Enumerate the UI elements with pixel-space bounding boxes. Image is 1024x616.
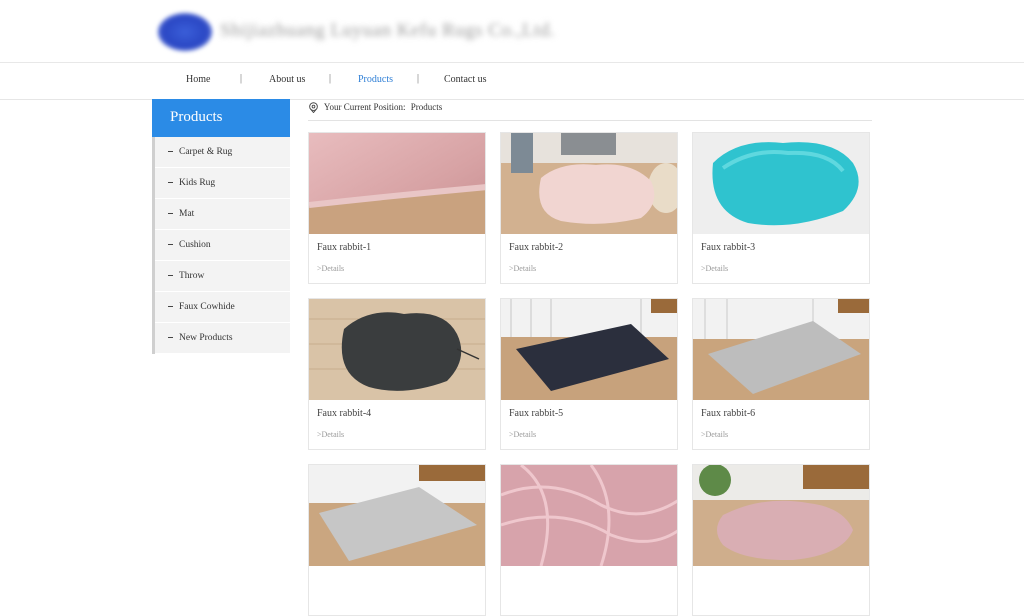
product-name[interactable]: Faux rabbit-3 <box>701 242 755 253</box>
sidebar-title: Products <box>152 99 290 137</box>
main-nav: Home | About us | Products | Contact us <box>0 63 1024 100</box>
product-image-grey-sheepskin <box>309 299 485 400</box>
category-throw[interactable]: Throw <box>155 261 290 292</box>
product-name[interactable]: Faux rabbit-5 <box>509 408 563 419</box>
product-image-teal-sheepskin <box>693 133 869 234</box>
product-image-light-grey-rug <box>309 465 485 566</box>
details-link[interactable]: >Details <box>701 264 728 273</box>
category-label: Throw <box>179 271 205 281</box>
product-card[interactable] <box>308 464 486 616</box>
dash-icon <box>168 182 173 184</box>
category-faux-cowhide[interactable]: Faux Cowhide <box>155 292 290 323</box>
product-name[interactable]: Faux rabbit-6 <box>701 408 755 419</box>
dash-icon <box>168 275 173 277</box>
product-image[interactable] <box>501 465 677 566</box>
details-link[interactable]: >Details <box>509 430 536 439</box>
product-card[interactable]: Faux rabbit-2 >Details <box>500 132 678 284</box>
product-image[interactable] <box>309 133 485 234</box>
category-label: Carpet & Rug <box>179 147 233 157</box>
nav-home[interactable]: Home <box>186 74 210 85</box>
product-image[interactable] <box>693 299 869 400</box>
site-header: Shijiazhuang Luyuan Kefu Rugs Co.,Ltd. <box>0 0 1024 63</box>
product-name[interactable]: Faux rabbit-4 <box>317 408 371 419</box>
details-link[interactable]: >Details <box>317 430 344 439</box>
product-image[interactable] <box>693 133 869 234</box>
product-category-sidebar: Products Carpet & Rug Kids Rug Mat Cushi… <box>152 99 290 354</box>
category-label: Mat <box>179 209 195 219</box>
product-card[interactable] <box>500 464 678 616</box>
product-image-pink-shag-sheepskin <box>693 465 869 566</box>
nav-contact-us[interactable]: Contact us <box>444 74 487 85</box>
product-image[interactable] <box>501 133 677 234</box>
nav-separator: | <box>329 73 332 84</box>
category-label: Faux Cowhide <box>179 302 235 312</box>
category-label: Cushion <box>179 240 211 250</box>
details-link[interactable]: >Details <box>317 264 344 273</box>
category-carpet-rug[interactable]: Carpet & Rug <box>155 137 290 168</box>
dash-icon <box>168 151 173 153</box>
category-kids-rug[interactable]: Kids Rug <box>155 168 290 199</box>
nav-separator: | <box>417 73 420 84</box>
breadcrumb: Your Current Position: Products <box>308 99 872 121</box>
product-image[interactable] <box>693 465 869 566</box>
nav-separator: | <box>240 73 243 84</box>
dash-icon <box>168 337 173 339</box>
category-cushion[interactable]: Cushion <box>155 230 290 261</box>
company-name: Shijiazhuang Luyuan Kefu Rugs Co.,Ltd. <box>220 20 556 41</box>
product-image[interactable] <box>501 299 677 400</box>
product-image-navy-rug <box>501 299 677 400</box>
nav-products[interactable]: Products <box>358 74 393 85</box>
dash-icon <box>168 244 173 246</box>
breadcrumb-prefix: Your Current Position: <box>323 102 406 112</box>
company-logo[interactable] <box>158 13 212 51</box>
product-image-pink-sheepskin <box>501 133 677 234</box>
product-image-pink-shag-closeup <box>501 465 677 566</box>
category-label: Kids Rug <box>179 178 216 188</box>
product-card[interactable]: Faux rabbit-1 >Details <box>308 132 486 284</box>
product-card[interactable]: Faux rabbit-5 >Details <box>500 298 678 450</box>
product-card[interactable]: Faux rabbit-4 >Details <box>308 298 486 450</box>
product-card[interactable] <box>692 464 870 616</box>
category-new-products[interactable]: New Products <box>155 323 290 354</box>
category-mat[interactable]: Mat <box>155 199 290 230</box>
breadcrumb-current[interactable]: Products <box>411 102 443 112</box>
details-link[interactable]: >Details <box>509 264 536 273</box>
category-list: Carpet & Rug Kids Rug Mat Cushion Throw … <box>152 137 290 354</box>
category-label: New Products <box>179 333 233 343</box>
nav-about-us[interactable]: About us <box>269 74 305 85</box>
details-link[interactable]: >Details <box>701 430 728 439</box>
product-content: Your Current Position: Products Faux rab… <box>308 99 872 616</box>
product-image[interactable] <box>309 465 485 566</box>
product-image-grey-rug <box>693 299 869 400</box>
dash-icon <box>168 213 173 215</box>
product-name[interactable]: Faux rabbit-1 <box>317 242 371 253</box>
product-name[interactable]: Faux rabbit-2 <box>509 242 563 253</box>
product-image[interactable] <box>309 299 485 400</box>
product-card[interactable]: Faux rabbit-6 >Details <box>692 298 870 450</box>
location-pin-icon <box>309 102 318 114</box>
product-card[interactable]: Faux rabbit-3 >Details <box>692 132 870 284</box>
product-image-pink-fur <box>309 133 485 234</box>
dash-icon <box>168 306 173 308</box>
